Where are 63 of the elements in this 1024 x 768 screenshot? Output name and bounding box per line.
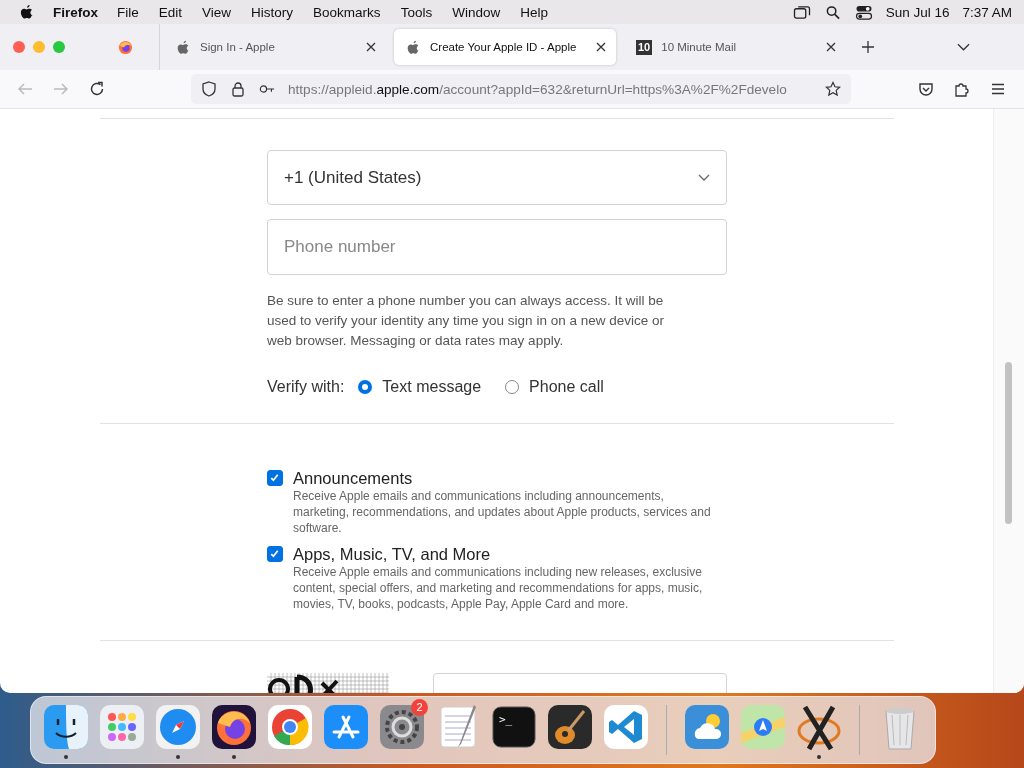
menu-item[interactable]: Tools — [400, 4, 433, 20]
menu-item[interactable]: Help — [520, 4, 548, 20]
gear-icon[interactable] — [378, 703, 426, 751]
address-bar[interactable]: https://appleid.apple.com/account?appId=632&returnUrl=https%3A%2F%2Fdevelo — [191, 74, 851, 104]
menu-item[interactable]: View — [202, 4, 232, 20]
checkbox[interactable] — [267, 470, 283, 486]
country-code-dropdown[interactable]: +1 (United States) — [267, 150, 727, 205]
fox-globe-icon[interactable] — [118, 39, 133, 55]
reload-icon[interactable] — [89, 81, 105, 97]
lock-icon[interactable] — [230, 81, 246, 97]
apple-logo-icon[interactable] — [20, 4, 34, 20]
subscription-description: Receive Apple emails and communications including new releases, exclusive content, special offers, and marketing and recommendations for apps, music, movies, TV, books, podcasts, Apple Pay, Apple Card and more. — [293, 564, 704, 612]
menu-date[interactable]: Sun Jul 16 — [885, 4, 950, 20]
menu-app-name[interactable]: Firefox — [53, 4, 98, 20]
subscription-description: Receive Apple emails and communications including announcements, marketing, recommendations, and updates about Apple products, services and software. — [293, 488, 712, 536]
subscription-title: Apps, Music, TV, and More — [293, 544, 492, 564]
apple-logo-icon — [406, 39, 421, 55]
x-logo-icon[interactable] — [795, 703, 843, 751]
plus-icon[interactable] — [862, 41, 874, 53]
close-icon[interactable] — [596, 42, 606, 52]
compass-icon[interactable] — [154, 703, 202, 751]
tab-favicon: 10 — [636, 39, 653, 55]
menu-item[interactable]: History — [251, 4, 294, 20]
menu-icon[interactable] — [990, 81, 1006, 97]
app-grid-icon[interactable] — [98, 703, 146, 751]
windows-icon[interactable] — [792, 4, 811, 20]
browser-tab[interactable]: Sign In - Apple — [164, 29, 386, 65]
checkbox[interactable] — [267, 546, 283, 562]
notification-badge: 2 — [411, 699, 428, 716]
shield-icon[interactable] — [201, 81, 217, 97]
cloud-sun-icon[interactable] — [683, 703, 731, 751]
menu-item[interactable]: Bookmarks — [313, 4, 381, 20]
toggles-icon[interactable] — [854, 4, 873, 20]
verify-radio-option[interactable]: Phone call — [505, 378, 604, 396]
scrollbar-thumb[interactable] — [1005, 362, 1012, 524]
phone-help-text: Be sure to enter a phone number you can always access. It will be used to verify your identity any time you sign in on a new device or web browser. Messaging or data rates may apply. — [267, 292, 665, 350]
fox-globe-icon[interactable] — [210, 703, 258, 751]
terminal-icon[interactable]: >_ — [490, 703, 538, 751]
browser-tab[interactable]: 10 10 Minute Mail — [624, 29, 846, 65]
star-icon[interactable] — [825, 81, 841, 97]
guitar-icon[interactable] — [546, 703, 594, 751]
subscription-title: Announcements — [293, 468, 414, 488]
map-icon[interactable] — [739, 703, 787, 751]
menu-item[interactable]: Window — [452, 4, 501, 20]
pocket-icon[interactable] — [918, 81, 934, 97]
chevron-down-icon — [698, 174, 710, 181]
close-icon[interactable] — [366, 42, 376, 52]
menu-item[interactable]: Edit — [158, 4, 183, 20]
close-icon[interactable] — [826, 42, 836, 52]
phone-number-field[interactable]: Phone number — [267, 219, 727, 275]
chevron-down-icon[interactable] — [957, 43, 970, 51]
smiling-face-icon[interactable] — [42, 703, 90, 751]
browser-tab[interactable]: Create Your Apple ID - Apple — [394, 29, 616, 65]
ring-globe-icon[interactable] — [266, 703, 314, 751]
letter-a-tool-icon[interactable] — [322, 703, 370, 751]
apple-logo-icon — [176, 39, 191, 55]
menu-item[interactable]: File — [117, 4, 139, 20]
close-window-button[interactable] — [13, 41, 25, 53]
puzzle-piece-icon[interactable] — [954, 81, 970, 97]
code-editor-icon[interactable] — [602, 703, 650, 751]
verify-label: Verify with: — [267, 378, 345, 396]
menu-time[interactable]: 7:37 AM — [962, 4, 1012, 20]
verify-radio-option[interactable]: Text message — [358, 378, 482, 396]
